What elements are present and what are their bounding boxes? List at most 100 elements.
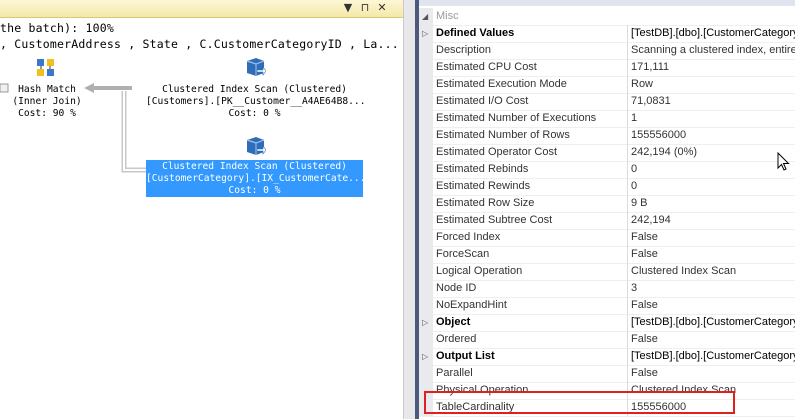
expand-icon[interactable]: ▷	[422, 348, 428, 365]
property-value[interactable]: 0	[631, 161, 637, 178]
column-divider[interactable]	[627, 229, 628, 246]
property-row[interactable]: Estimated I/O Cost 71,0831	[419, 93, 795, 111]
row-gutter	[419, 212, 433, 229]
column-divider[interactable]	[627, 314, 628, 331]
node-subtitle: (Inner Join)	[12, 96, 82, 107]
property-row[interactable]: ForceScan False	[419, 246, 795, 264]
property-row[interactable]: Estimated Row Size 9 B	[419, 195, 795, 213]
property-name: Estimated Execution Mode	[436, 78, 567, 90]
property-name: Parallel	[436, 367, 473, 379]
property-row[interactable]: Estimated Number of Executions 1	[419, 110, 795, 128]
column-divider[interactable]	[627, 297, 628, 314]
category-misc[interactable]: ◢ Misc	[419, 8, 795, 26]
row-gutter	[419, 42, 433, 59]
property-value[interactable]: [TestDB].[dbo].[CustomerCategory	[631, 25, 795, 42]
property-name: Defined Values	[436, 27, 515, 39]
property-row[interactable]: Estimated Operator Cost 242,194 (0%)	[419, 144, 795, 162]
property-row[interactable]: Forced Index False	[419, 229, 795, 247]
column-divider[interactable]	[627, 59, 628, 76]
column-divider[interactable]	[627, 42, 628, 59]
property-value[interactable]: 3	[631, 280, 637, 297]
expand-icon[interactable]: ▷	[422, 314, 428, 331]
property-row[interactable]: Estimated Rewinds 0	[419, 178, 795, 196]
property-value[interactable]: 242,194 (0%)	[631, 144, 697, 161]
selected-node-highlight[interactable]: Clustered Index Scan (Clustered) [Custom…	[146, 160, 366, 197]
property-value[interactable]: Clustered Index Scan	[631, 263, 736, 280]
property-row[interactable]: Estimated Subtree Cost 242,194	[419, 212, 795, 230]
row-gutter: ▷	[419, 25, 433, 42]
property-name: Estimated Operator Cost	[436, 146, 558, 158]
properties-toolbar	[419, 0, 795, 6]
expand-icon[interactable]: ▷	[422, 25, 428, 42]
property-value[interactable]: False	[631, 331, 658, 348]
column-divider[interactable]	[627, 178, 628, 195]
column-divider[interactable]	[627, 25, 628, 42]
property-name: Estimated Row Size	[436, 197, 535, 209]
row-gutter	[419, 127, 433, 144]
column-divider[interactable]	[627, 144, 628, 161]
property-value[interactable]: 71,0831	[631, 93, 671, 110]
row-gutter	[419, 297, 433, 314]
property-row[interactable]: Estimated Rebinds 0	[419, 161, 795, 179]
column-divider[interactable]	[627, 331, 628, 348]
category-label: Misc	[436, 10, 459, 22]
node-cost: Cost: 90 %	[18, 108, 76, 119]
property-name: Estimated Number of Executions	[436, 112, 597, 124]
property-value[interactable]: 0	[631, 178, 637, 195]
column-divider[interactable]	[627, 365, 628, 382]
property-row[interactable]: Parallel False	[419, 365, 795, 383]
row-gutter	[419, 229, 433, 246]
column-divider[interactable]	[627, 127, 628, 144]
column-divider[interactable]	[627, 263, 628, 280]
property-value[interactable]: [TestDB].[dbo].[CustomerCategory	[631, 348, 795, 365]
node-title: Hash Match	[18, 84, 76, 95]
property-value[interactable]: False	[631, 246, 658, 263]
property-row[interactable]: Ordered False	[419, 331, 795, 349]
row-gutter	[419, 144, 433, 161]
property-value[interactable]: 242,194	[631, 212, 671, 229]
property-row[interactable]: ▷ Defined Values [TestDB].[dbo].[CustomerC…	[419, 25, 795, 43]
row-gutter	[419, 161, 433, 178]
property-name: Node ID	[436, 282, 477, 294]
property-value[interactable]: Scanning a clustered index, entirely	[631, 42, 795, 59]
column-divider[interactable]	[627, 161, 628, 178]
properties-grid[interactable]: ◢ Misc ▷ Defined Values [TestDB].[dbo].[Cu…	[419, 0, 795, 419]
property-value[interactable]: [TestDB].[dbo].[CustomerCategory	[631, 314, 795, 331]
property-row[interactable]: Estimated CPU Cost 171,111	[419, 59, 795, 77]
property-row[interactable]: Logical Operation Clustered Index Scan	[419, 263, 795, 281]
property-value[interactable]: False	[631, 229, 658, 246]
property-value[interactable]: 171,111	[631, 59, 669, 76]
node-subtitle: [Customers].[PK__Customer__A4AE64B8...	[146, 96, 366, 107]
property-value[interactable]: 1	[631, 110, 637, 127]
row-gutter	[419, 110, 433, 127]
property-row[interactable]: Estimated Execution Mode Row	[419, 76, 795, 94]
property-row[interactable]: ▷ Output List [TestDB].[dbo].[CustomerCate…	[419, 348, 795, 366]
execution-plan-pane[interactable]: ▼ ⊓ ✕ the batch): 100% , CustomerAddress…	[0, 0, 403, 419]
property-row[interactable]: Node ID 3	[419, 280, 795, 298]
column-divider[interactable]	[627, 76, 628, 93]
column-divider[interactable]	[627, 195, 628, 212]
node-cost: Cost: 0 %	[228, 108, 281, 119]
property-row[interactable]: Estimated Number of Rows 155556000	[419, 127, 795, 145]
property-row[interactable]: Description Scanning a clustered index, e…	[419, 42, 795, 60]
property-row[interactable]: NoExpandHint False	[419, 297, 795, 315]
column-divider[interactable]	[627, 280, 628, 297]
property-value[interactable]: Row	[631, 76, 653, 93]
property-value[interactable]: False	[631, 297, 658, 314]
column-divider[interactable]	[627, 93, 628, 110]
property-row[interactable]: ▷ Object [TestDB].[dbo].[CustomerCategory	[419, 314, 795, 332]
property-value[interactable]: 9 B	[631, 195, 648, 212]
property-name: NoExpandHint	[436, 299, 507, 311]
column-divider[interactable]	[627, 348, 628, 365]
property-value[interactable]: False	[631, 365, 658, 382]
property-name: Logical Operation	[436, 265, 523, 277]
collapse-icon[interactable]: ◢	[422, 8, 428, 25]
column-divider[interactable]	[627, 246, 628, 263]
property-name: Forced Index	[436, 231, 501, 243]
row-gutter	[419, 365, 433, 382]
column-divider[interactable]	[627, 212, 628, 229]
property-name: Estimated Subtree Cost	[436, 214, 553, 226]
column-divider[interactable]	[627, 110, 628, 127]
property-value[interactable]: 155556000	[631, 127, 686, 144]
row-gutter	[419, 76, 433, 93]
